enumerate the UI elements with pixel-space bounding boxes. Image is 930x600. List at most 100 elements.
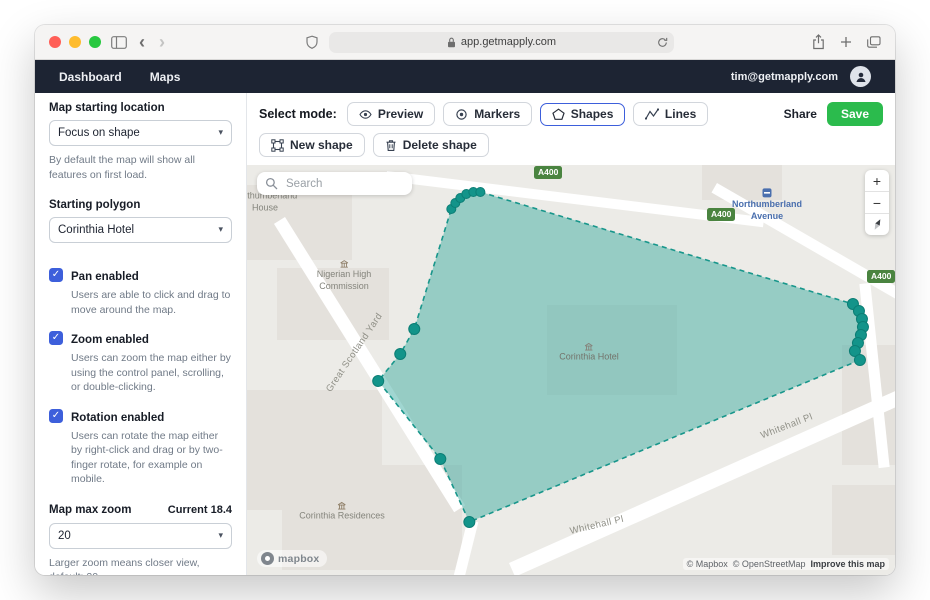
chevron-down-icon: ▾ bbox=[218, 128, 223, 138]
starting-location-label: Map starting location bbox=[49, 102, 165, 114]
pan-enabled-option: ✓ Pan enabled Users are able to click an… bbox=[49, 267, 232, 317]
place-label-corinthia-hotel: Corinthia Hotel bbox=[559, 342, 619, 364]
mode-preview-label: Preview bbox=[377, 107, 424, 121]
pan-enabled-checkbox[interactable]: ✓ bbox=[49, 268, 63, 283]
max-zoom-current: Current 18.4 bbox=[167, 503, 232, 516]
shape-vertex-handle[interactable] bbox=[434, 453, 447, 465]
forward-button[interactable]: › bbox=[157, 33, 167, 51]
shape-vertex-handle[interactable] bbox=[372, 375, 385, 387]
rotation-enabled-description: Users can rotate the map either by right… bbox=[71, 429, 223, 486]
improve-map-link[interactable]: Improve this map bbox=[810, 559, 885, 569]
traffic-lights bbox=[49, 36, 101, 48]
place-label-nigerian-high-commission: Nigerian High Commission bbox=[317, 260, 371, 292]
pentagon-shape-icon bbox=[552, 107, 565, 120]
save-button[interactable]: Save bbox=[826, 102, 883, 126]
max-zoom-select[interactable]: 20 ▾ bbox=[49, 522, 232, 549]
map-search-input[interactable] bbox=[284, 176, 404, 191]
browser-titlebar: ‹ › app.getmapply.com bbox=[35, 25, 895, 60]
map-zoom-control: + − bbox=[865, 170, 889, 235]
nav-dashboard[interactable]: Dashboard bbox=[59, 70, 122, 84]
map-shape-polygon[interactable] bbox=[377, 191, 864, 524]
zoom-in-button[interactable]: + bbox=[865, 170, 889, 192]
delete-shape-button[interactable]: Delete shape bbox=[372, 133, 489, 157]
vector-polygon-icon bbox=[271, 138, 284, 152]
address-bar[interactable]: app.getmapply.com bbox=[329, 31, 674, 53]
new-tab-icon[interactable] bbox=[840, 36, 852, 48]
starting-polygon-select[interactable]: Corinthia Hotel ▾ bbox=[49, 217, 232, 244]
mode-preview-button[interactable]: Preview bbox=[346, 102, 436, 126]
window-minimize-button[interactable] bbox=[69, 36, 81, 48]
building-poi-icon bbox=[338, 501, 346, 510]
building-poi-icon bbox=[340, 260, 348, 268]
chevron-down-icon: ▾ bbox=[218, 530, 223, 541]
max-zoom-label: Map max zoom bbox=[49, 503, 132, 516]
preview-eye-icon bbox=[359, 109, 372, 119]
pan-enabled-label: Pan enabled bbox=[71, 271, 139, 284]
map-canvas[interactable]: A400 A400 A400 Great Scotland Yard White… bbox=[247, 165, 895, 575]
starting-location-value: Focus on shape bbox=[58, 127, 140, 139]
pan-enabled-description: Users are able to click and drag to move… bbox=[71, 289, 231, 316]
rotation-enabled-checkbox[interactable]: ✓ bbox=[49, 408, 63, 423]
url-text: app.getmapply.com bbox=[460, 36, 557, 48]
compass-button[interactable] bbox=[865, 214, 889, 235]
select-mode-label: Select mode: bbox=[259, 107, 337, 121]
shape-vertex-handle[interactable] bbox=[853, 354, 866, 366]
rotation-enabled-option: ✓ Rotation enabled Users can rotate the … bbox=[49, 408, 232, 487]
starting-polygon-label: Starting polygon bbox=[49, 199, 141, 212]
window-zoom-button[interactable] bbox=[89, 36, 101, 48]
mode-shapes-button[interactable]: Shapes bbox=[540, 102, 625, 126]
settings-sidebar: Map starting location Focus on shape ▾ B… bbox=[35, 93, 247, 575]
shape-vertex-handle[interactable] bbox=[394, 348, 407, 360]
user-email: tim@getmapply.com bbox=[730, 70, 838, 83]
chevron-down-icon: ▾ bbox=[218, 225, 223, 236]
share-button[interactable]: Share bbox=[784, 107, 817, 121]
user-avatar[interactable] bbox=[850, 66, 871, 87]
privacy-shield-icon[interactable] bbox=[305, 35, 319, 50]
polyline-icon bbox=[644, 108, 659, 120]
tab-overview-icon[interactable] bbox=[867, 36, 881, 48]
station-icon bbox=[762, 188, 772, 198]
new-shape-button[interactable]: New shape bbox=[259, 133, 365, 157]
back-button[interactable]: ‹ bbox=[137, 33, 147, 51]
mapbox-logo-word: mapbox bbox=[278, 552, 320, 565]
mode-markers-button[interactable]: Markers bbox=[443, 102, 533, 126]
share-icon[interactable] bbox=[812, 34, 825, 50]
building-poi-icon bbox=[585, 342, 593, 351]
sidebar-toggle-icon[interactable] bbox=[111, 35, 127, 49]
zoom-enabled-label: Zoom enabled bbox=[71, 334, 149, 347]
mapbox-logo[interactable]: mapbox bbox=[257, 550, 328, 567]
attribution-mapbox[interactable]: © Mapbox bbox=[687, 559, 728, 569]
shape-vertex-handle[interactable] bbox=[463, 516, 476, 528]
map-search-box[interactable] bbox=[257, 172, 412, 195]
mode-shapes-label: Shapes bbox=[570, 107, 614, 121]
search-icon bbox=[265, 177, 278, 190]
compass-needle-icon bbox=[874, 219, 880, 230]
mode-lines-button[interactable]: Lines bbox=[632, 102, 709, 126]
zoom-out-button[interactable]: − bbox=[865, 192, 889, 214]
attribution-osm[interactable]: © OpenStreetMap bbox=[733, 559, 806, 569]
max-zoom-help: Larger zoom means closer view, default: … bbox=[49, 556, 200, 575]
delete-shape-label: Delete shape bbox=[402, 138, 477, 152]
place-label-corinthia-residences: Corinthia Residences bbox=[299, 501, 385, 523]
zoom-enabled-checkbox[interactable]: ✓ bbox=[49, 331, 63, 346]
nav-maps[interactable]: Maps bbox=[150, 70, 181, 84]
mode-lines-label: Lines bbox=[664, 107, 697, 121]
rotation-enabled-label: Rotation enabled bbox=[71, 411, 165, 424]
starting-location-select[interactable]: Focus on shape ▾ bbox=[49, 120, 232, 146]
starting-polygon-value: Corinthia Hotel bbox=[58, 224, 135, 237]
reload-icon[interactable] bbox=[657, 37, 668, 48]
map-toolbar: Select mode: Preview Markers Shapes Line… bbox=[247, 93, 895, 165]
map-attribution: © Mapbox © OpenStreetMap Improve this ma… bbox=[682, 558, 889, 570]
shape-vertex-handle[interactable] bbox=[408, 323, 421, 335]
trash-icon bbox=[386, 139, 396, 151]
lock-icon bbox=[447, 37, 456, 48]
zoom-enabled-description: Users can zoom the map either by using t… bbox=[71, 352, 231, 394]
app-navbar: Dashboard Maps tim@getmapply.com bbox=[35, 60, 895, 93]
shape-vertex-handle[interactable] bbox=[475, 187, 486, 197]
window-close-button[interactable] bbox=[49, 36, 61, 48]
browser-window: ‹ › app.getmapply.com Dashboard Maps tim… bbox=[35, 25, 895, 575]
max-zoom-value: 20 bbox=[58, 529, 71, 542]
new-shape-label: New shape bbox=[290, 138, 353, 152]
starting-location-help: By default the map will show all feature… bbox=[49, 154, 195, 181]
mapbox-logo-icon bbox=[261, 552, 274, 565]
